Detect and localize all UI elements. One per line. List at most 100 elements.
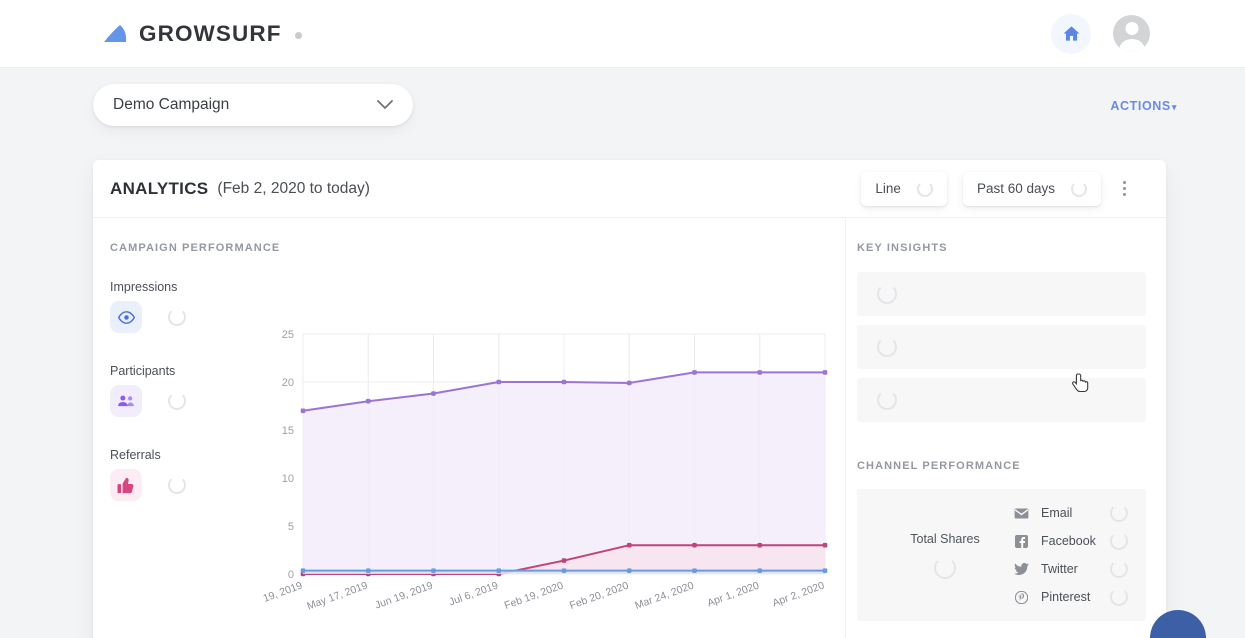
chart-data-point[interactable] [431,568,436,573]
top-bar-actions [1051,14,1150,54]
x-axis-tick-label: Feb 19, 2020 [503,579,565,611]
user-avatar-icon[interactable] [1113,15,1150,52]
channel-loading-spinner [1110,532,1128,550]
date-range-value: Past 60 days [977,181,1055,196]
metric-label: Participants [110,364,260,378]
chart-data-point[interactable] [366,399,371,404]
metric-loading-spinner [168,308,186,326]
chart-type-value: Line [875,181,901,196]
y-axis-tick-label: 0 [288,569,294,581]
metric-participants[interactable]: Participants [110,364,260,417]
x-axis-tick-label: Apr 19, 2019 [263,579,304,611]
wave-triangle-logo-icon [104,25,130,43]
chart-data-point[interactable] [301,409,306,414]
key-insight-row[interactable] [857,325,1146,369]
chart-data-point[interactable] [562,558,567,563]
people-icon [110,385,142,417]
chart-data-point[interactable] [692,370,697,375]
metric-list: Impressions Participan [110,280,260,532]
eye-icon [110,301,142,333]
x-axis-tick-label: Apr 1, 2020 [706,579,761,609]
y-axis-tick-label: 25 [282,329,294,341]
top-navigation-bar: GROWSURF [0,0,1245,68]
channel-label: Facebook [1041,534,1096,548]
chart-data-point[interactable] [496,568,501,573]
channel-row[interactable]: Twitter [1011,555,1128,583]
chart-data-point[interactable] [823,568,828,573]
chart-data-point[interactable] [692,568,697,573]
analytics-date-range-label: (Feb 2, 2020 to today) [217,180,370,198]
total-shares-label: Total Shares [879,532,1011,546]
metric-label: Impressions [110,280,260,294]
actions-label: ACTIONS [1110,99,1170,113]
chart-type-selector[interactable]: Line [861,172,947,206]
metric-loading-spinner [168,392,186,410]
campaign-selector-value: Demo Campaign [113,96,229,114]
chevron-down-icon [377,100,393,110]
actions-menu-button[interactable]: ACTIONS▾ [1110,99,1177,113]
key-insights-title: KEY INSIGHTS [857,242,1146,254]
key-insight-loading-spinner [877,337,897,357]
chart-data-point[interactable] [431,391,436,396]
analytics-card-header: ANALYTICS (Feb 2, 2020 to today) Line Pa… [93,160,1166,218]
chart-data-point[interactable] [562,380,567,385]
channel-list: Email Facebook Twitter Pinterest [1011,499,1128,611]
chart-data-point[interactable] [757,370,762,375]
x-axis-tick-label: Apr 2, 2020 [771,579,826,609]
metric-loading-spinner [168,476,186,494]
key-insight-loading-spinner [877,390,897,410]
pinterest-icon [1011,591,1031,604]
campaign-performance-panel: CAMPAIGN PERFORMANCE Impressions [93,218,845,638]
chart-data-point[interactable] [627,543,632,548]
chart-data-point[interactable] [496,380,501,385]
key-insight-loading-spinner [877,284,897,304]
chart-data-point[interactable] [692,543,697,548]
metric-referrals[interactable]: Referrals [110,448,260,501]
brand-name: GROWSURF [139,21,282,47]
chart-data-point[interactable] [823,543,828,548]
x-axis-tick-label: Feb 20, 2020 [568,579,630,611]
brand-logo[interactable]: GROWSURF [104,21,302,47]
y-axis-tick-label: 10 [282,473,294,485]
channel-loading-spinner [1110,588,1128,606]
kebab-menu-icon[interactable] [1117,177,1132,200]
pointer-hand-cursor-icon [1072,372,1092,396]
chart-canvas: 0510152025Apr 19, 2019May 17, 2019Jun 19… [263,326,833,626]
key-insight-row[interactable] [857,272,1146,316]
chart-data-point[interactable] [823,370,828,375]
chart-data-point[interactable] [366,568,371,573]
date-range-selector[interactable]: Past 60 days [963,172,1101,206]
channel-label: Pinterest [1041,590,1090,604]
chart-data-point[interactable] [301,568,306,573]
channel-performance-panel: Total Shares Email Facebook Twitter Pintere… [857,489,1146,621]
x-axis-tick-label: May 17, 2019 [305,579,369,612]
total-shares-loading-spinner [934,557,956,579]
email-icon [1011,508,1031,519]
metric-label: Referrals [110,448,260,462]
channel-loading-spinner [1110,504,1128,522]
campaign-performance-title: CAMPAIGN PERFORMANCE [110,242,845,254]
channel-row[interactable]: Facebook [1011,527,1128,555]
analytics-card: ANALYTICS (Feb 2, 2020 to today) Line Pa… [93,160,1166,638]
key-insight-row[interactable] [857,378,1146,422]
campaign-performance-chart[interactable]: 0510152025Apr 19, 2019May 17, 2019Jun 19… [263,326,833,626]
channel-row[interactable]: Email [1011,499,1128,527]
x-axis-tick-label: Jun 19, 2019 [373,579,434,611]
analytics-card-controls: Line Past 60 days [861,172,1132,206]
chart-data-point[interactable] [757,543,762,548]
total-shares-stat: Total Shares [879,532,1011,579]
chart-data-point[interactable] [627,568,632,573]
chart-data-point[interactable] [757,568,762,573]
status-dot-icon [295,32,302,39]
facebook-icon [1011,535,1031,548]
chart-data-point[interactable] [627,381,632,386]
y-axis-tick-label: 20 [282,377,294,389]
analytics-dashboard-page: GROWSURF Demo Campaign ACTIONS▾ ANALYTIC… [0,0,1245,638]
home-button[interactable] [1051,14,1091,54]
metric-impressions[interactable]: Impressions [110,280,260,333]
insights-panel: KEY INSIGHTS CHANNEL PERFORMANCE Total S… [845,218,1166,638]
channel-row[interactable]: Pinterest [1011,583,1128,611]
chart-data-point[interactable] [562,568,567,573]
thumbs-up-icon [110,469,142,501]
campaign-selector[interactable]: Demo Campaign [93,84,413,126]
